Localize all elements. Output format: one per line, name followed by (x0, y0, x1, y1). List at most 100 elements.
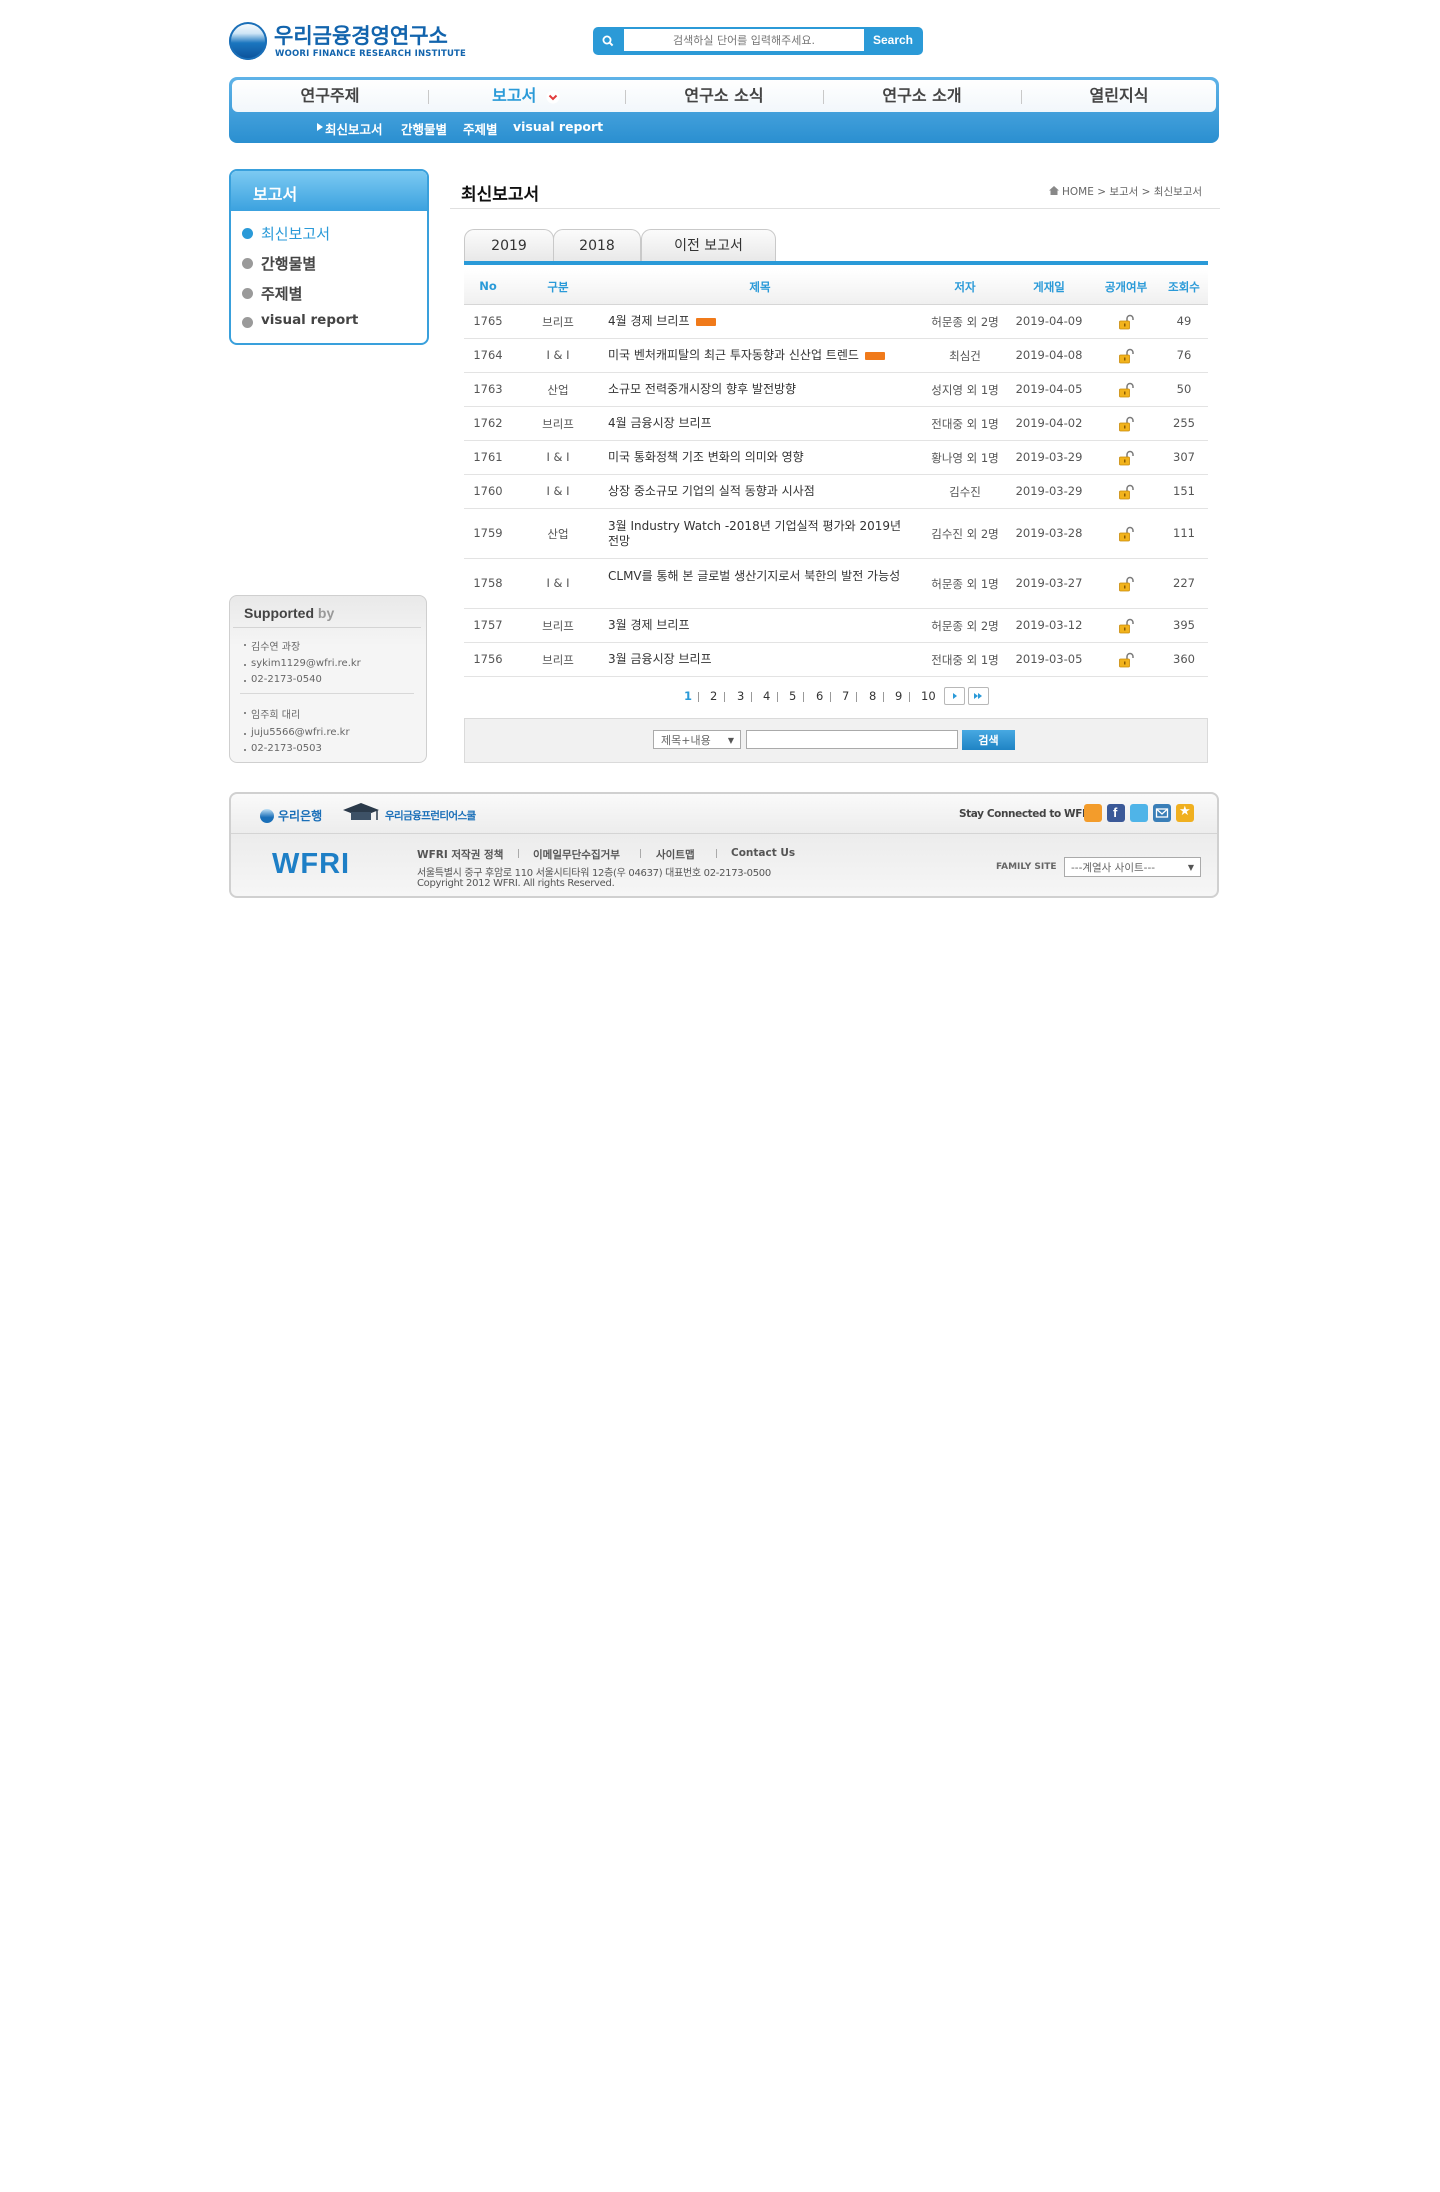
column-header-views: 조회수 (1168, 280, 1200, 294)
page-divider (830, 692, 831, 702)
search-input[interactable] (624, 29, 864, 51)
next-page-button[interactable] (944, 687, 965, 705)
sub-nav-topics[interactable]: 주제별 (463, 119, 498, 138)
contact-email[interactable]: juju5566@wfri.re.kr (251, 727, 350, 738)
side-nav-item-topics[interactable]: 주제별 (261, 283, 302, 304)
sub-nav-latest[interactable]: 최신보고서 (325, 119, 383, 138)
row-title: 미국 벤처캐피탈의 최근 투자동향과 신산업 트렌드 (608, 348, 859, 362)
row-divider (464, 508, 1208, 509)
board-search-button[interactable]: 검색 (962, 730, 1015, 750)
column-header-category: 구분 (547, 280, 569, 294)
row-date: 2019-03-05 (1015, 652, 1083, 666)
row-views: 76 (1176, 348, 1192, 362)
logo-title[interactable]: 우리금융경영연구소 (274, 20, 448, 50)
page-number-4[interactable]: 4 (763, 689, 770, 703)
side-nav-item-latest[interactable]: 최신보고서 (261, 223, 330, 244)
woori-frontier-school-link[interactable]: 우리금융프런티어스쿨 (385, 808, 476, 823)
sub-nav-visual-report[interactable]: visual report (513, 119, 603, 134)
column-header-visibility: 공개여부 (1104, 280, 1148, 294)
row-title-link[interactable]: 3월 금융시장 브리프 (608, 652, 913, 667)
row-title: 미국 통화정책 기조 변화의 의미와 영향 (608, 450, 804, 464)
footer-link-sitemap[interactable]: 사이트맵 (656, 847, 695, 862)
page-number-2[interactable]: 2 (710, 689, 717, 703)
nav-item-research-topics[interactable]: 연구주제 (232, 80, 428, 112)
dropdown-arrow-icon: ▼ (1187, 863, 1194, 872)
tab-2019[interactable]: 2019 (464, 229, 554, 262)
row-no: 1762 (473, 416, 503, 430)
board-search-input[interactable] (746, 730, 958, 749)
stay-connected-label: Stay Connected to WFRI (959, 808, 1094, 820)
row-no: 1760 (473, 484, 503, 498)
last-page-button[interactable] (968, 687, 989, 705)
bullet-dot (244, 664, 246, 666)
page-number-5[interactable]: 5 (789, 689, 796, 703)
page-number-3[interactable]: 3 (737, 689, 744, 703)
family-site-select[interactable]: ---계열사 사이트--- ▼ (1064, 857, 1201, 877)
nav-item-about[interactable]: 연구소 소개 (823, 80, 1021, 112)
footer-link-contact[interactable]: Contact Us (731, 847, 795, 859)
tab-2018[interactable]: 2018 (553, 229, 641, 262)
row-divider (464, 642, 1208, 643)
row-date: 2019-03-27 (1015, 576, 1083, 590)
side-nav-item-visual-report[interactable]: visual report (261, 312, 358, 328)
unlock-icon (1119, 314, 1134, 330)
page-divider (803, 692, 804, 702)
nav-item-reports[interactable]: 보고서 (428, 80, 624, 112)
logo-mark-icon[interactable] (229, 22, 267, 60)
page-number-1[interactable]: 1 (684, 689, 692, 703)
row-author: 허문종 외 1명 (931, 577, 999, 591)
title-divider (450, 208, 1220, 209)
page-divider (751, 692, 752, 702)
side-nav-bullet-icon (242, 228, 253, 239)
page-number-8[interactable]: 8 (869, 689, 876, 703)
email-icon[interactable] (1153, 804, 1171, 822)
row-title-link[interactable]: 4월 금융시장 브리프 (608, 416, 913, 431)
page-number-10[interactable]: 10 (921, 689, 936, 703)
row-title-link[interactable]: 4월 경제 브리프 (608, 314, 913, 329)
family-site-select-value: ---계열사 사이트--- (1071, 862, 1156, 874)
row-views: 151 (1173, 484, 1195, 498)
tab-previous-reports[interactable]: 이전 보고서 (641, 229, 776, 262)
row-title: 3월 경제 브리프 (608, 618, 690, 632)
page-number-6[interactable]: 6 (816, 689, 823, 703)
twitter-icon[interactable] (1130, 804, 1148, 822)
facebook-icon[interactable]: f (1107, 804, 1125, 822)
logo-subtitle: WOORI FINANCE RESEARCH INSTITUTE (275, 49, 467, 59)
row-divider (464, 474, 1208, 475)
page-number-9[interactable]: 9 (895, 689, 902, 703)
row-views: 360 (1173, 652, 1195, 666)
nav-item-open-knowledge[interactable]: 열린지식 (1021, 80, 1217, 112)
contact-email[interactable]: sykim1129@wfri.re.kr (251, 658, 361, 669)
next-icon (953, 693, 957, 699)
search-button[interactable]: Search (866, 29, 920, 51)
nav-item-institute-news[interactable]: 연구소 소식 (625, 80, 823, 112)
row-title-link[interactable]: 미국 벤처캐피탈의 최근 투자동향과 신산업 트렌드 (608, 348, 913, 363)
unlock-icon (1119, 526, 1134, 542)
side-nav-title: 보고서 (253, 185, 298, 204)
row-title-link[interactable]: 3월 경제 브리프 (608, 618, 913, 633)
row-author: 최심건 (949, 349, 981, 363)
side-nav-bullet-icon (242, 288, 253, 299)
bookmark-star-icon[interactable]: ★ (1176, 804, 1194, 822)
woori-bank-link[interactable]: 우리은행 (278, 807, 322, 824)
row-author: 전대중 외 1명 (931, 417, 999, 431)
side-nav-item-publications[interactable]: 간행물별 (261, 253, 316, 274)
row-no: 1759 (473, 526, 503, 540)
sub-nav-publications[interactable]: 간행물별 (401, 119, 447, 138)
row-title-link[interactable]: 3월 Industry Watch -2018년 기업실적 평가와 2019년 … (608, 519, 913, 549)
footer-link-copyright-policy[interactable]: WFRI 저작권 정책 (417, 847, 503, 862)
row-title-link[interactable]: 소규모 전력중개시장의 향후 발전방향 (608, 382, 913, 397)
support-divider (233, 627, 421, 628)
page-number-7[interactable]: 7 (842, 689, 849, 703)
row-category: 산업 (547, 383, 569, 397)
row-title-link[interactable]: 상장 중소규모 기업의 실적 동향과 시사점 (608, 484, 913, 499)
row-title-link[interactable]: CLMV를 통해 본 글로벌 생산기지로서 북한의 발전 가능성 (608, 569, 913, 584)
row-title-link[interactable]: 미국 통화정책 기조 변화의 의미와 영향 (608, 450, 913, 465)
footer-link-no-email-collection[interactable]: 이메일무단수집거부 (533, 847, 620, 862)
rss-icon[interactable] (1084, 804, 1102, 822)
bullet-dot (244, 680, 246, 682)
search-field-select[interactable]: 제목+내용 ▼ (653, 730, 741, 749)
chevron-down-icon (546, 90, 560, 103)
wfri-footer-logo: WFRI (272, 848, 351, 880)
support-title-by: by (317, 605, 335, 621)
